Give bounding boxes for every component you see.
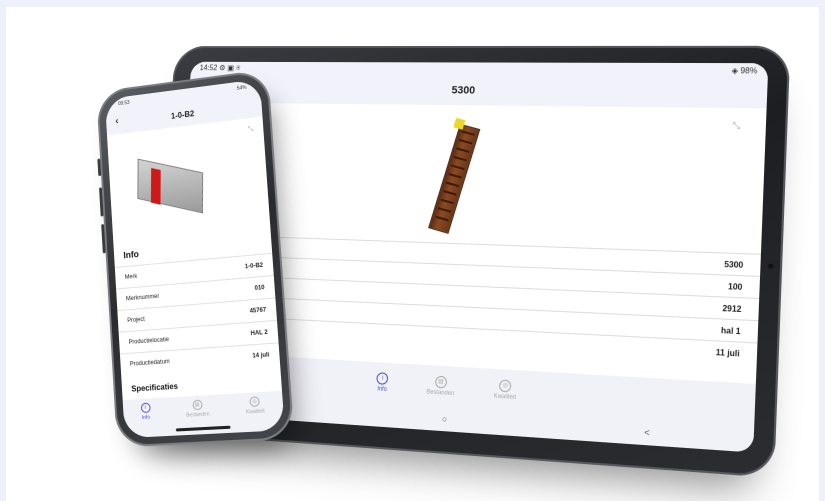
row-label: Project (127, 316, 146, 324)
row-value: 1-0-B2 (244, 262, 264, 270)
tab-label: Kwaliteit (493, 393, 517, 402)
row-label: Merk (124, 273, 138, 281)
tablet-camera (767, 263, 774, 269)
tab-info[interactable]: i Info (140, 402, 151, 422)
info-list: Merk 1-0-B2 Merknummer 010 Project 45767… (114, 252, 281, 376)
3d-model-highlight (150, 167, 161, 205)
row-value: 100 (727, 281, 743, 292)
3d-model-column (428, 123, 481, 234)
row-label: Productiedatum (129, 358, 170, 368)
status-battery: ◈ 98% (731, 65, 758, 75)
volume-up-button (99, 187, 104, 217)
quality-icon: ◎ (249, 396, 261, 408)
page-title: 5300 (451, 84, 476, 97)
home-indicator[interactable] (175, 425, 231, 432)
tab-kwaliteit[interactable]: ◎ Kwaliteit (245, 396, 265, 416)
expand-icon[interactable]: ⤡ (248, 126, 254, 135)
page-title: 1-0-B2 (170, 108, 195, 121)
tab-label: Kwaliteit (245, 408, 265, 416)
row-value: HAL 2 (250, 329, 268, 337)
row-value: 010 (254, 284, 265, 292)
file-icon: ▤ (192, 399, 203, 411)
row-value: hal 1 (720, 325, 741, 336)
status-time: 09:53 (117, 99, 130, 108)
tab-label: Info (377, 386, 387, 393)
row-label: Productielocatie (128, 336, 170, 346)
volume-down-button (101, 224, 106, 254)
3d-model-panel (137, 158, 204, 214)
status-time: 14:52 (199, 63, 218, 73)
home-button[interactable]: ○ (442, 414, 448, 425)
row-label: Merknummer (125, 293, 160, 302)
row-value: 2912 (722, 303, 742, 314)
back-button[interactable]: < (644, 427, 650, 438)
tab-info[interactable]: i Info (376, 372, 389, 393)
phone-device: 09:53 54% ‹ 1-0-B2 ⤡ Info Merk 1-0-B2 Me… (96, 68, 295, 448)
tab-bestanden[interactable]: ▤ Bestanden (426, 375, 455, 397)
tab-label: Info (141, 414, 151, 422)
device-showcase: 14:52 ⚙ ▣ ⍟ ◈ 98% 5300 ⤡ 5300 100 2912 h… (6, 7, 819, 501)
row-value: 45767 (249, 306, 267, 315)
tab-label: Bestanden (426, 389, 455, 398)
tab-bestanden[interactable]: ▤ Bestanden (185, 399, 210, 419)
tab-label: Bestanden (186, 411, 210, 419)
back-chevron-icon[interactable]: ‹ (115, 116, 119, 127)
side-button (97, 158, 102, 177)
row-value: 11 juli (715, 347, 740, 359)
row-value: 5300 (724, 259, 744, 270)
status-battery: 54% (236, 84, 247, 92)
phone-screen: 09:53 54% ‹ 1-0-B2 ⤡ Info Merk 1-0-B2 Me… (104, 79, 285, 439)
expand-icon[interactable]: ⤡ (732, 120, 740, 131)
phone-tab-bar: i Info ▤ Bestanden ◎ Kwaliteit (122, 390, 285, 439)
tab-kwaliteit[interactable]: ◎ Kwaliteit (494, 379, 517, 401)
row-value: 14 juli (252, 351, 270, 360)
file-icon: ▤ (434, 375, 448, 389)
model-viewer[interactable]: ⤡ (107, 116, 271, 248)
status-icons: ⚙ ▣ ⍟ (218, 63, 241, 73)
quality-icon: ◎ (499, 379, 512, 393)
info-icon: i (376, 372, 389, 385)
info-icon: i (140, 402, 151, 414)
